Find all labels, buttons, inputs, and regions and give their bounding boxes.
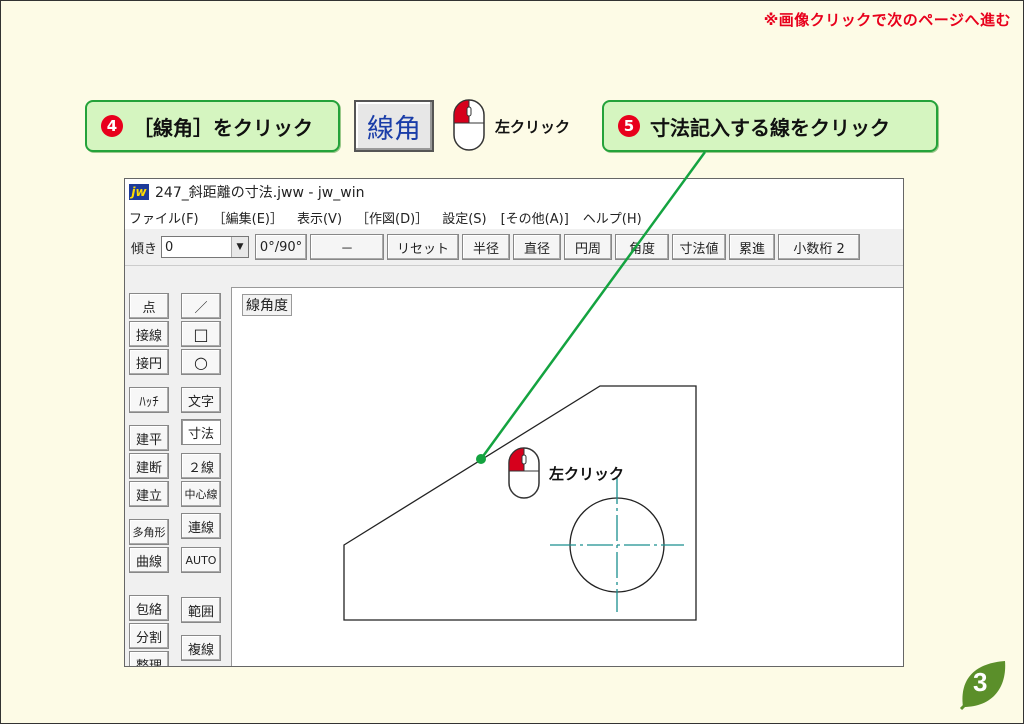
tool-text[interactable]: 文字 (181, 387, 221, 413)
dimension-toolbar: 傾き 0 ▼ 0°/90° － リセット 半径 直径 円周 角度 寸法値 累進 … (125, 229, 903, 266)
menu-draw[interactable]: ［作図(D)］ (356, 208, 428, 227)
jw-cad-window[interactable]: jw 247_斜距離の寸法.jww - jw_win ファイル(F) ［編集(E… (124, 178, 904, 667)
menu-view[interactable]: 表示(V) (297, 208, 342, 227)
tool-offset-line[interactable]: 複線 (181, 635, 221, 661)
toolbar-radius-button[interactable]: 半径 (462, 234, 511, 260)
tool-point[interactable]: 点 (129, 293, 169, 319)
next-page-note[interactable]: ※画像クリックで次のページへ進む (764, 9, 1011, 30)
page-number-badge: 3 (953, 657, 1009, 713)
toolbar-dimension-value-button[interactable]: 寸法値 (672, 234, 727, 260)
toolbar-reset-button[interactable]: リセット (387, 234, 460, 260)
menu-file[interactable]: ファイル(F) (129, 208, 199, 227)
tool-dimension[interactable]: 寸法 (181, 419, 221, 445)
tool-range[interactable]: 範囲 (181, 597, 221, 623)
tool-circle[interactable]: ○ (181, 349, 221, 375)
menu-settings[interactable]: 設定(S) (442, 208, 486, 227)
tool-line[interactable]: ／ (181, 293, 221, 319)
menu-edit[interactable]: ［編集(E)］ (213, 208, 283, 227)
tool-envelope[interactable]: 包絡 (129, 595, 169, 621)
step4-callout: 4 ［線角］をクリック (85, 100, 340, 152)
tool-connected-line[interactable]: 連線 (181, 513, 221, 539)
step5-callout: 5 寸法記入する線をクリック (602, 100, 938, 152)
chevron-down-icon[interactable]: ▼ (231, 237, 249, 257)
menu-help[interactable]: ヘルプ(H) (583, 208, 642, 227)
menu-bar: ファイル(F) ［編集(E)］ 表示(V) ［作図(D)］ 設定(S) [その他… (125, 205, 903, 229)
window-titlebar[interactable]: jw 247_斜距離の寸法.jww - jw_win (125, 179, 903, 205)
tilt-value: 0 (165, 239, 174, 255)
tool-palette: 点 接線 接円 ﾊｯﾁ 建平 建断 建立 多角形 曲線 包絡 分割 整理 ／ □… (125, 289, 229, 666)
toolbar-decimal-places-button[interactable]: 小数桁 2 (778, 234, 861, 260)
toolbar-dash-button[interactable]: － (310, 234, 385, 260)
toolbar-angle-button[interactable]: 角度 (615, 234, 670, 260)
step5-text: 寸法記入する線をクリック (650, 115, 890, 140)
toolbar-progressive-button[interactable]: 累進 (729, 234, 776, 260)
tilt-combobox[interactable]: 0 ▼ (161, 236, 250, 258)
tool-hatch[interactable]: ﾊｯﾁ (129, 387, 169, 413)
window-title: 247_斜距離の寸法.jww - jw_win (155, 185, 365, 201)
tool-double-line[interactable]: ２線 (181, 453, 221, 479)
line-angle-button-zoom: 線角 (354, 100, 434, 152)
tilt-label: 傾き (131, 241, 158, 257)
tool-polygon[interactable]: 多角形 (129, 519, 169, 545)
toolbar-diameter-button[interactable]: 直径 (513, 234, 562, 260)
tool-tangent-circle[interactable]: 接円 (129, 349, 169, 375)
tool-building-elevation[interactable]: 建立 (129, 481, 169, 507)
tool-curve[interactable]: 曲線 (129, 547, 169, 573)
left-click-label-2: 左クリック (549, 465, 625, 483)
tool-tangent-line[interactable]: 接線 (129, 321, 169, 347)
tool-building-section[interactable]: 建断 (129, 453, 169, 479)
tool-organize[interactable]: 整理 (129, 651, 169, 666)
step4-text: ［線角］をクリック (133, 115, 313, 140)
tool-rectangle[interactable]: □ (181, 321, 221, 347)
tool-building-plan[interactable]: 建平 (129, 425, 169, 451)
toolbar-0-90-button[interactable]: 0°/90° (255, 234, 308, 260)
left-click-label-1: 左クリック (495, 118, 571, 136)
page-number: 3 (973, 667, 988, 697)
menu-other[interactable]: [その他(A)] (501, 208, 569, 227)
tool-center-line[interactable]: 中心線 (181, 481, 221, 507)
step5-number: 5 (618, 115, 640, 137)
jw-logo-icon: jw (129, 184, 149, 200)
trapezoid-shape (343, 385, 697, 621)
mouse-left-click-icon (508, 447, 540, 499)
step4-number: 4 (101, 115, 123, 137)
tutorial-page[interactable]: ※画像クリックで次のページへ進む 4 ［線角］をクリック 線角 左クリック 5 … (0, 0, 1024, 724)
tool-auto[interactable]: AUTO (181, 547, 221, 573)
mouse-left-click-icon (453, 99, 485, 151)
tool-divide[interactable]: 分割 (129, 623, 169, 649)
toolbar-circumference-button[interactable]: 円周 (564, 234, 613, 260)
